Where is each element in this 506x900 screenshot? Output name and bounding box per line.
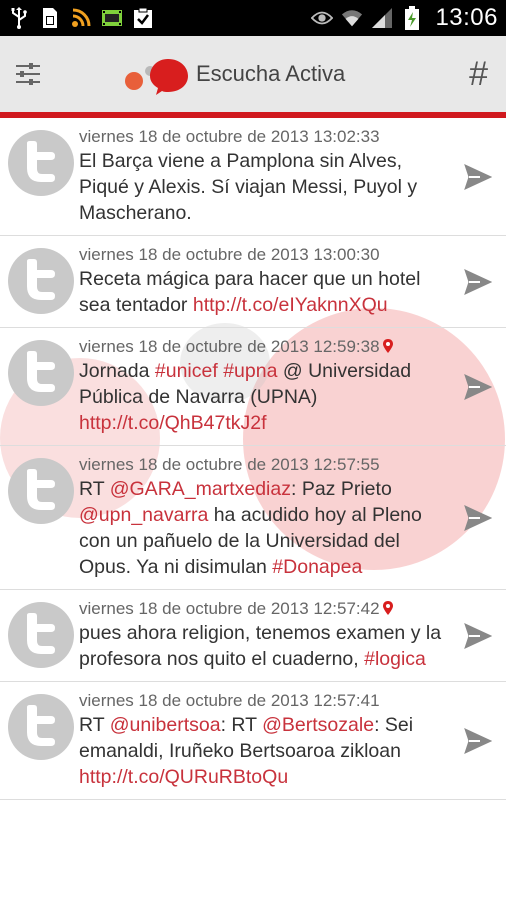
twitter-avatar <box>8 694 74 760</box>
tweet-item[interactable]: viernes 18 de octubre de 2013 12:57:55 RT… <box>0 446 506 590</box>
tweet-date-text: viernes 18 de octubre de 2013 12:57:41 <box>79 691 380 710</box>
tweet-link[interactable]: #upna <box>223 360 277 382</box>
tweet-date-text: viernes 18 de octubre de 2013 13:00:30 <box>79 245 380 264</box>
tweet-date-text: viernes 18 de octubre de 2013 12:57:55 <box>79 455 380 474</box>
film-icon <box>101 7 123 29</box>
tweet-content: viernes 18 de octubre de 2013 12:57:42 pu… <box>79 598 454 672</box>
feed-container: viernes 18 de octubre de 2013 13:02:33 El… <box>0 118 506 800</box>
twitter-t-icon <box>27 613 55 654</box>
twitter-avatar <box>8 458 74 524</box>
tweet-date: viernes 18 de octubre de 2013 12:57:55 <box>79 454 454 476</box>
tweet-date: viernes 18 de octubre de 2013 13:02:33 <box>79 126 454 148</box>
tweet-content: viernes 18 de octubre de 2013 12:57:41 RT… <box>79 690 454 790</box>
tweet-date: viernes 18 de octubre de 2013 12:59:38 <box>79 336 454 358</box>
tweet-text: El Barça viene a Pamplona sin Alves, Piq… <box>79 148 454 226</box>
location-pin-icon <box>382 601 393 615</box>
rss-icon <box>70 7 92 29</box>
app-logo <box>122 49 188 99</box>
tweet-content: viernes 18 de octubre de 2013 13:00:30 Re… <box>79 244 454 318</box>
tweet-text-segment: : Paz Prieto <box>291 478 392 500</box>
twitter-t-icon <box>27 705 55 746</box>
tweet-text: RT @unibertsoa: RT @Bertsozale: Sei eman… <box>79 712 454 790</box>
hashtag-button[interactable]: # <box>469 55 488 94</box>
send-icon[interactable] <box>464 373 492 400</box>
action-bar: Escucha Activa # <box>0 36 506 118</box>
tweet-content: viernes 18 de octubre de 2013 12:57:55 RT… <box>79 454 454 580</box>
tweet-link[interactable]: #unicef <box>155 360 218 382</box>
clipboard-check-icon <box>132 7 154 29</box>
send-icon[interactable] <box>464 622 492 649</box>
location-pin-icon <box>382 339 393 353</box>
tweet-list[interactable]: viernes 18 de octubre de 2013 13:02:33 El… <box>0 118 506 900</box>
tweet-date-text: viernes 18 de octubre de 2013 12:59:38 <box>79 337 380 356</box>
eye-icon <box>311 7 334 29</box>
tweet-date-text: viernes 18 de octubre de 2013 13:02:33 <box>79 127 380 146</box>
tweet-text: Jornada #unicef #upna @ Universidad Públ… <box>79 358 454 436</box>
tweet-date: viernes 18 de octubre de 2013 12:57:41 <box>79 690 454 712</box>
clock: 13:06 <box>435 4 498 31</box>
tweet-date: viernes 18 de octubre de 2013 12:57:42 <box>79 598 454 620</box>
tweet-item[interactable]: viernes 18 de octubre de 2013 12:57:41 RT… <box>0 682 506 800</box>
twitter-avatar <box>8 340 74 406</box>
tweet-item[interactable]: viernes 18 de octubre de 2013 12:59:38 Jo… <box>0 328 506 446</box>
tweet-item[interactable]: viernes 18 de octubre de 2013 13:02:33 El… <box>0 118 506 236</box>
signal-icon <box>371 7 393 29</box>
wifi-icon <box>341 7 363 29</box>
tweet-text-segment: : RT <box>220 714 263 736</box>
tweet-text: Receta mágica para hacer que un hotel se… <box>79 266 454 318</box>
send-icon[interactable] <box>464 727 492 754</box>
send-icon[interactable] <box>464 268 492 295</box>
tweet-text: RT @GARA_martxediaz: Paz Prieto @upn_nav… <box>79 476 454 580</box>
settings-button[interactable] <box>4 50 52 98</box>
tweet-text-segment: Jornada <box>79 360 155 382</box>
tweet-link[interactable]: http://t.co/QURuRBtoQu <box>79 766 288 788</box>
tweet-link[interactable]: #logica <box>364 648 426 670</box>
twitter-t-icon <box>27 259 55 300</box>
sliders-icon <box>16 63 40 85</box>
tweet-link[interactable]: @unibertsoa <box>110 714 221 736</box>
tweet-text-segment: El Barça viene a Pamplona sin Alves, Piq… <box>79 150 418 224</box>
twitter-t-icon <box>27 469 55 510</box>
tweet-link[interactable]: @upn_navarra <box>79 504 208 526</box>
status-bar: 13:06 <box>0 0 506 36</box>
tweet-text: pues ahora religion, tenemos examen y la… <box>79 620 454 672</box>
battery-charging-icon <box>401 6 423 30</box>
tweet-content: viernes 18 de octubre de 2013 13:02:33 El… <box>79 126 454 226</box>
usb-icon <box>8 7 30 29</box>
send-icon[interactable] <box>464 163 492 190</box>
tweet-item[interactable]: viernes 18 de octubre de 2013 12:57:42 pu… <box>0 590 506 682</box>
tweet-date-text: viernes 18 de octubre de 2013 12:57:42 <box>79 599 380 618</box>
twitter-t-icon <box>27 351 55 392</box>
sim-icon <box>39 7 61 29</box>
tweet-text-segment: RT <box>79 714 110 736</box>
twitter-t-icon <box>27 141 55 182</box>
tweet-date: viernes 18 de octubre de 2013 13:00:30 <box>79 244 454 266</box>
tweet-link[interactable]: http://t.co/eIYaknnXQu <box>193 294 388 316</box>
tweet-content: viernes 18 de octubre de 2013 12:59:38 Jo… <box>79 336 454 436</box>
speech-bubbles-icon <box>125 59 188 95</box>
app-title: Escucha Activa <box>196 61 346 86</box>
twitter-avatar <box>8 602 74 668</box>
tweet-link[interactable]: http://t.co/QhB47tkJ2f <box>79 412 267 434</box>
tweet-item[interactable]: viernes 18 de octubre de 2013 13:00:30 Re… <box>0 236 506 328</box>
tweet-link[interactable]: @GARA_martxediaz <box>110 478 291 500</box>
tweet-text-segment: RT <box>79 478 110 500</box>
tweet-link[interactable]: #Donapea <box>272 556 362 578</box>
twitter-avatar <box>8 248 74 314</box>
send-icon[interactable] <box>464 504 492 531</box>
tweet-link[interactable]: @Bertsozale <box>262 714 374 736</box>
twitter-avatar <box>8 130 74 196</box>
